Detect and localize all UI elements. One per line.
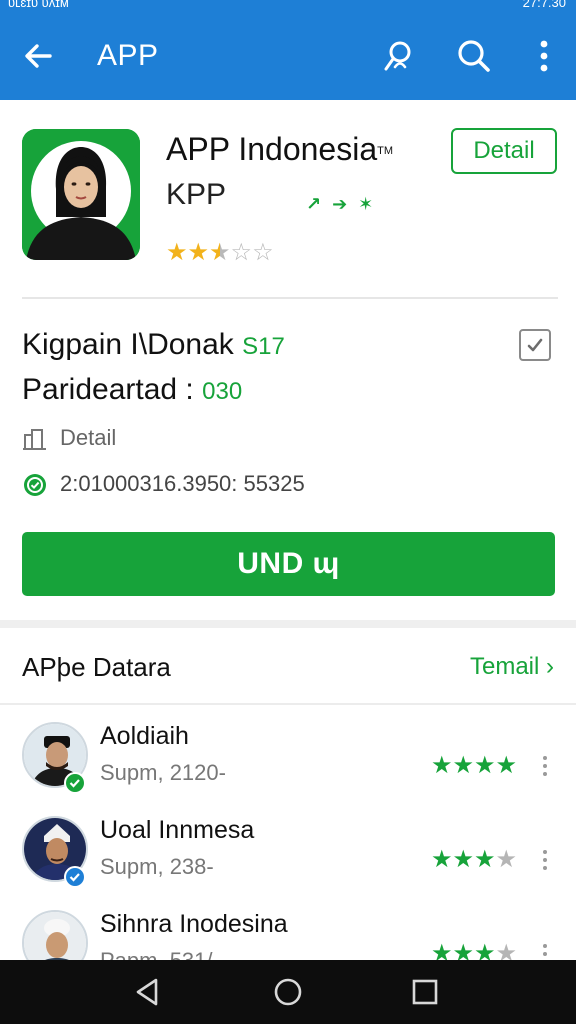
list-item-name: Aoldiaih [100, 722, 189, 750]
status-time: 27:7.30 [522, 0, 566, 10]
app-icon [22, 129, 140, 260]
list-item-name: Uoal Innmesa [100, 816, 255, 844]
app-bar-title: APP [97, 39, 159, 72]
search-icon[interactable] [454, 36, 494, 76]
info-line-1: Kigpain I\Donak S17 [22, 328, 285, 361]
list-item-name: Sihnra Inodesina [100, 910, 288, 938]
star-empty-icon: ☆ [252, 239, 274, 266]
divider [22, 297, 558, 299]
building-icon [22, 427, 48, 451]
more-vert-icon[interactable] [538, 846, 552, 874]
list-item-meta: Supm, 2120- [100, 760, 226, 785]
section-title: APþe Datara [22, 652, 171, 682]
back-arrow-icon[interactable] [20, 36, 60, 76]
app-bar: APP [0, 12, 576, 100]
section-gap [0, 620, 576, 628]
list-item-meta: Supm, 238- [100, 854, 214, 879]
app-badge-icons: ↗ ➔ ✶ [306, 194, 377, 214]
star-empty-icon: ☆ [230, 239, 253, 266]
id-row-text: 2:01000316.3950: 55325 [60, 471, 305, 496]
checkbox[interactable] [519, 329, 551, 361]
list-item[interactable]: Aoldiaih Supm, 2120- ★★★★ [0, 708, 576, 802]
detail-button[interactable]: Detail [451, 128, 557, 174]
list-item[interactable]: Uoal Innmesa Supm, 238- ★★★★ [0, 802, 576, 896]
check-badge-icon [64, 772, 86, 794]
info-line-2: Parideartad : 030 [22, 373, 243, 406]
star-half-icon: ★ [209, 239, 231, 266]
more-vert-icon[interactable] [538, 752, 552, 780]
id-row: 2:01000316.3950: 55325 [22, 468, 305, 500]
home-circle-icon[interactable] [270, 974, 306, 1010]
detail-row-label: Detail [60, 425, 117, 450]
status-bar: ᴜʟɛɪᴜ ᴜʌɪᴍ 27:7.30 [0, 0, 576, 12]
more-vert-icon[interactable] [524, 36, 564, 76]
search-person-icon[interactable] [378, 36, 418, 76]
divider [0, 703, 576, 705]
list-item-rating: ★★★★ [431, 846, 518, 873]
verified-check-icon [22, 472, 48, 498]
app-name: APP IndonesiaTM [166, 131, 394, 167]
section-header: APþe Datara Temail › [0, 628, 576, 704]
star-full-icon: ★ [166, 239, 188, 266]
recents-square-icon[interactable] [407, 974, 443, 1010]
primary-action-button[interactable]: UND ɰ [22, 532, 555, 596]
detail-row[interactable]: Detail [22, 422, 116, 454]
app-rating-stars: ★★★☆☆ [166, 240, 274, 266]
star-full-icon: ★ [187, 239, 210, 266]
system-nav-bar [0, 960, 576, 1024]
app-subtitle: KPP [166, 178, 227, 211]
back-triangle-icon[interactable] [130, 974, 166, 1010]
verified-badge-icon [64, 866, 86, 888]
app-header-card: APP IndonesiaTM KPP ↗ ➔ ✶ ★★★☆☆ Detail K… [0, 100, 576, 620]
status-left-text: ᴜʟɛɪᴜ ᴜʌɪᴍ [8, 0, 69, 10]
section-see-all-link[interactable]: Temail › [470, 650, 554, 684]
list-item-rating: ★★★★ [431, 752, 518, 779]
